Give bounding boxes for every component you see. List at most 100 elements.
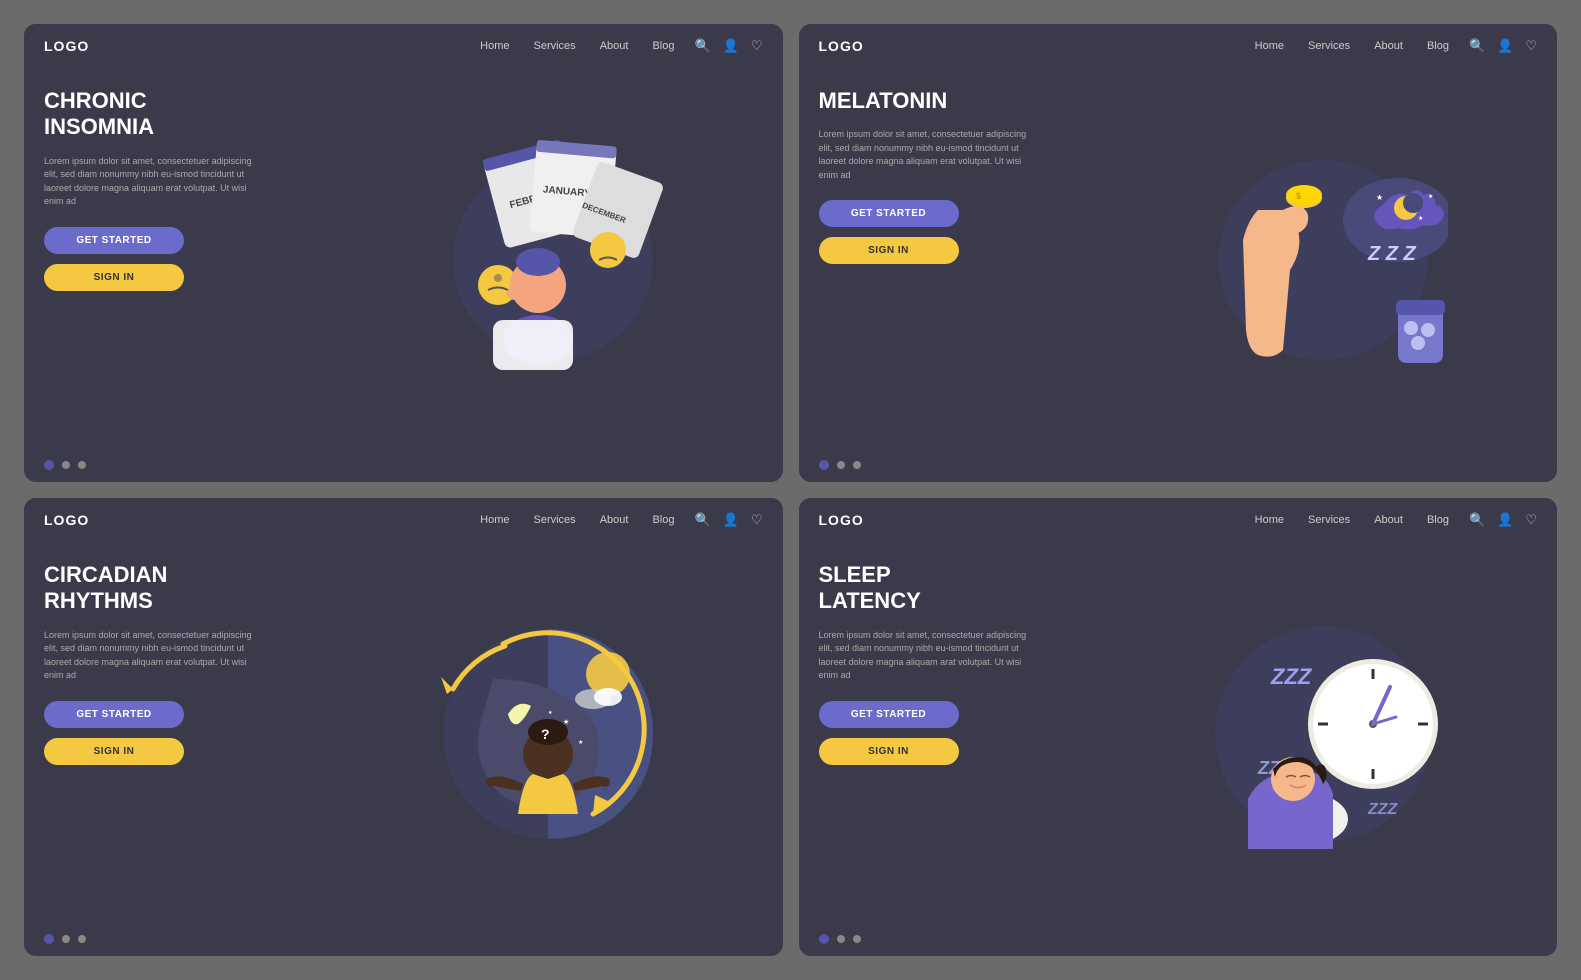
dot-4-1[interactable]: [819, 934, 829, 944]
dot-4-3[interactable]: [853, 935, 861, 943]
svg-text:★: ★: [1418, 215, 1423, 222]
circadian-svg: ★ ★ ★ ?: [353, 599, 673, 869]
navbar-4: LOGO Home Services About Blog 🔍 👤 ♡: [799, 498, 1558, 542]
dot-1-2[interactable]: [62, 461, 70, 469]
dots-1: [24, 452, 783, 482]
text-section-1: CHRONICINSOMNIA Lorem ipsum dolor sit am…: [44, 78, 264, 442]
main-grid: LOGO Home Services About Blog 🔍 👤 ♡ CHRO…: [0, 0, 1581, 980]
nav-home-3[interactable]: Home: [480, 514, 509, 526]
logo-4: LOGO: [819, 512, 864, 528]
user-icon-1[interactable]: 👤: [723, 38, 739, 54]
heart-icon-1[interactable]: ♡: [751, 38, 763, 54]
nav-about-3[interactable]: About: [600, 514, 629, 526]
card-title-4: SLEEPLATENCY: [819, 562, 1039, 615]
search-icon-3[interactable]: 🔍: [694, 512, 710, 528]
illustration-3: ★ ★ ★ ?: [264, 552, 763, 916]
svg-text:ZZZ: ZZZ: [1270, 664, 1313, 689]
card-chronic-insomnia: LOGO Home Services About Blog 🔍 👤 ♡ CHRO…: [24, 24, 783, 482]
dot-3-2[interactable]: [62, 935, 70, 943]
logo-3: LOGO: [44, 512, 89, 528]
dot-2-1[interactable]: [819, 460, 829, 470]
sign-in-btn-2[interactable]: SIGN IN: [819, 237, 959, 264]
get-started-btn-4[interactable]: GET STARTED: [819, 701, 959, 728]
user-icon-4[interactable]: 👤: [1497, 512, 1513, 528]
card-title-3: CIRCADIANRHYTHMS: [44, 562, 264, 615]
nav-home-4[interactable]: Home: [1255, 514, 1284, 526]
card-lorem-4: Lorem ipsum dolor sit amet, consectetuer…: [819, 629, 1039, 683]
card-body-3: CIRCADIANRHYTHMS Lorem ipsum dolor sit a…: [24, 542, 783, 926]
user-icon-2[interactable]: 👤: [1497, 38, 1513, 54]
text-section-2: MELATONIN Lorem ipsum dolor sit amet, co…: [819, 78, 1039, 442]
card-melatonin: LOGO Home Services About Blog 🔍 👤 ♡ MELA…: [799, 24, 1558, 482]
card-body-2: MELATONIN Lorem ipsum dolor sit amet, co…: [799, 68, 1558, 452]
svg-text:?: ?: [541, 726, 550, 742]
nav-services-1[interactable]: Services: [534, 40, 576, 52]
nav-blog-2[interactable]: Blog: [1427, 40, 1449, 52]
nav-icons-1: 🔍 👤 ♡: [694, 38, 762, 54]
sign-in-btn-4[interactable]: SIGN IN: [819, 738, 959, 765]
nav-icons-2: 🔍 👤 ♡: [1469, 38, 1537, 54]
melatonin-svg: ★ ★ ★ Z Z Z: [1128, 130, 1448, 390]
nav-home-2[interactable]: Home: [1255, 40, 1284, 52]
illustration-1: FEBRUARY JANUARY DECEMBER: [264, 78, 763, 442]
illustration-4: ZZZ ZZZ ZZZ: [1039, 552, 1538, 916]
svg-text:★: ★: [578, 739, 583, 746]
heart-icon-3[interactable]: ♡: [751, 512, 763, 528]
logo-1: LOGO: [44, 38, 89, 54]
illustration-2: ★ ★ ★ Z Z Z: [1039, 78, 1538, 442]
svg-text:ZZZ: ZZZ: [1367, 801, 1399, 818]
dot-2-3[interactable]: [853, 461, 861, 469]
nav-services-2[interactable]: Services: [1308, 40, 1350, 52]
nav-about-1[interactable]: About: [600, 40, 629, 52]
card-body-4: SLEEPLATENCY Lorem ipsum dolor sit amet,…: [799, 542, 1558, 926]
nav-services-4[interactable]: Services: [1308, 514, 1350, 526]
user-icon-3[interactable]: 👤: [723, 512, 739, 528]
card-lorem-1: Lorem ipsum dolor sit amet, consectetuer…: [44, 155, 264, 209]
svg-text:★: ★: [1376, 193, 1383, 202]
sleep-latency-svg: ZZZ ZZZ ZZZ: [1128, 599, 1448, 869]
nav-about-4[interactable]: About: [1374, 514, 1403, 526]
navbar-3: LOGO Home Services About Blog 🔍 👤 ♡: [24, 498, 783, 542]
card-sleep-latency: LOGO Home Services About Blog 🔍 👤 ♡ SLEE…: [799, 498, 1558, 956]
search-icon-2[interactable]: 🔍: [1469, 38, 1485, 54]
card-lorem-2: Lorem ipsum dolor sit amet, consectetuer…: [819, 128, 1039, 182]
search-icon-1[interactable]: 🔍: [694, 38, 710, 54]
get-started-btn-2[interactable]: GET STARTED: [819, 200, 959, 227]
dot-4-2[interactable]: [837, 935, 845, 943]
search-icon-4[interactable]: 🔍: [1469, 512, 1485, 528]
svg-text:$: $: [1296, 191, 1301, 201]
dot-3-1[interactable]: [44, 934, 54, 944]
nav-icons-4: 🔍 👤 ♡: [1469, 512, 1537, 528]
nav-blog-1[interactable]: Blog: [652, 40, 674, 52]
card-title-2: MELATONIN: [819, 88, 1039, 114]
nav-services-3[interactable]: Services: [534, 514, 576, 526]
dots-2: [799, 452, 1558, 482]
heart-icon-2[interactable]: ♡: [1525, 38, 1537, 54]
nav-links-1: Home Services About Blog: [480, 40, 674, 52]
nav-blog-4[interactable]: Blog: [1427, 514, 1449, 526]
sign-in-btn-1[interactable]: SIGN IN: [44, 264, 184, 291]
nav-links-3: Home Services About Blog: [480, 514, 674, 526]
nav-links-2: Home Services About Blog: [1255, 40, 1449, 52]
insomnia-svg: FEBRUARY JANUARY DECEMBER: [353, 130, 673, 390]
dot-3-3[interactable]: [78, 935, 86, 943]
svg-text:Z Z Z: Z Z Z: [1367, 243, 1417, 265]
svg-text:★: ★: [1428, 193, 1433, 200]
card-lorem-3: Lorem ipsum dolor sit amet, consectetuer…: [44, 629, 264, 683]
dot-1-1[interactable]: [44, 460, 54, 470]
nav-links-4: Home Services About Blog: [1255, 514, 1449, 526]
dots-3: [24, 926, 783, 956]
get-started-btn-3[interactable]: GET STARTED: [44, 701, 184, 728]
get-started-btn-1[interactable]: GET STARTED: [44, 227, 184, 254]
dot-1-3[interactable]: [78, 461, 86, 469]
nav-blog-3[interactable]: Blog: [652, 514, 674, 526]
nav-home-1[interactable]: Home: [480, 40, 509, 52]
sign-in-btn-3[interactable]: SIGN IN: [44, 738, 184, 765]
svg-text:★: ★: [548, 710, 553, 716]
card-title-1: CHRONICINSOMNIA: [44, 88, 264, 141]
dot-2-2[interactable]: [837, 461, 845, 469]
logo-2: LOGO: [819, 38, 864, 54]
nav-about-2[interactable]: About: [1374, 40, 1403, 52]
navbar-2: LOGO Home Services About Blog 🔍 👤 ♡: [799, 24, 1558, 68]
heart-icon-4[interactable]: ♡: [1525, 512, 1537, 528]
